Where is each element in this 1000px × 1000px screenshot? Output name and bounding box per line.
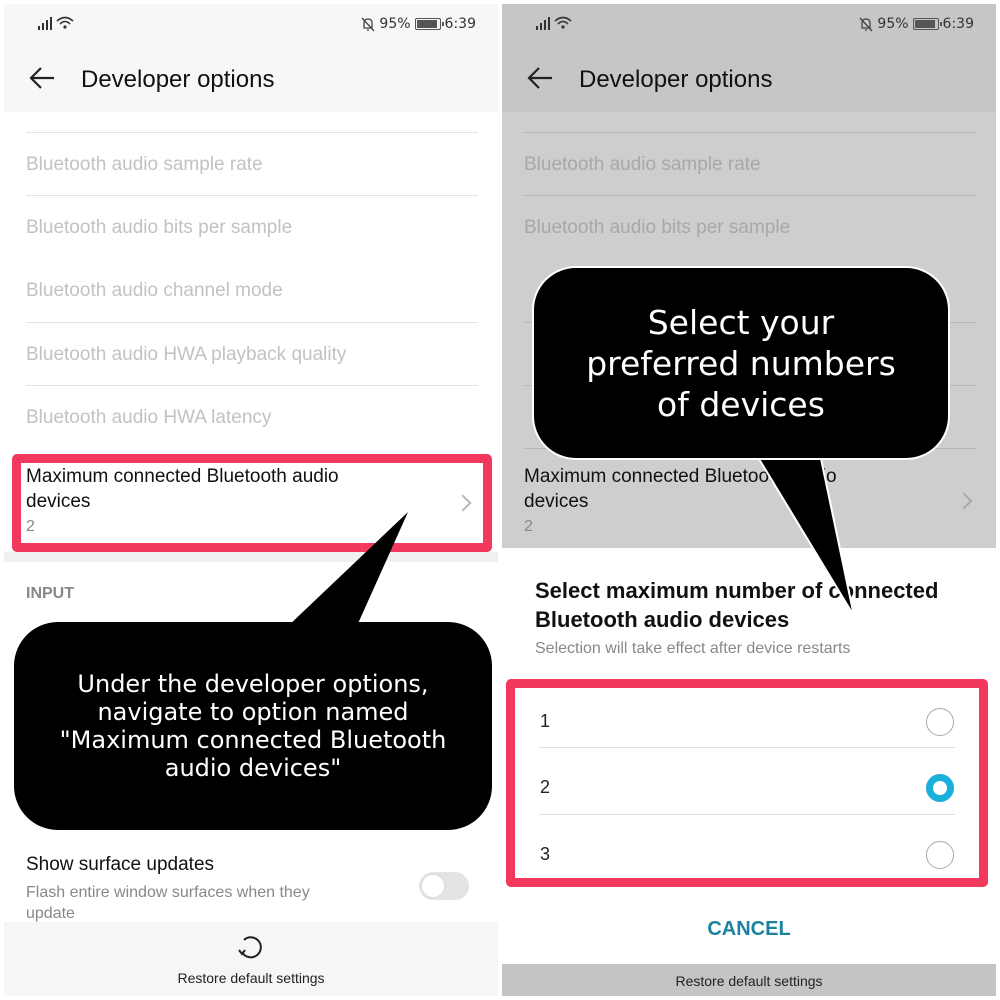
restore-defaults-button[interactable]: Restore default settings [502,964,996,996]
restore-icon [238,936,262,959]
restore-label: Restore default settings [177,970,325,986]
callout-bubble: Under the developer options, navigate to… [14,622,492,830]
left-screenshot: 95% 6:39 Developer options Bluetooth aud… [4,4,498,996]
restore-label: Restore default settings [675,973,823,989]
restore-defaults-button[interactable]: Restore default settings [4,922,498,996]
right-screenshot: 95% 6:39 Developer options Bluetooth aud… [502,4,996,996]
callout-pointer-join [758,450,818,456]
callout-pointer [286,512,408,628]
callout-text: Under the developer options, navigate to… [59,670,447,782]
